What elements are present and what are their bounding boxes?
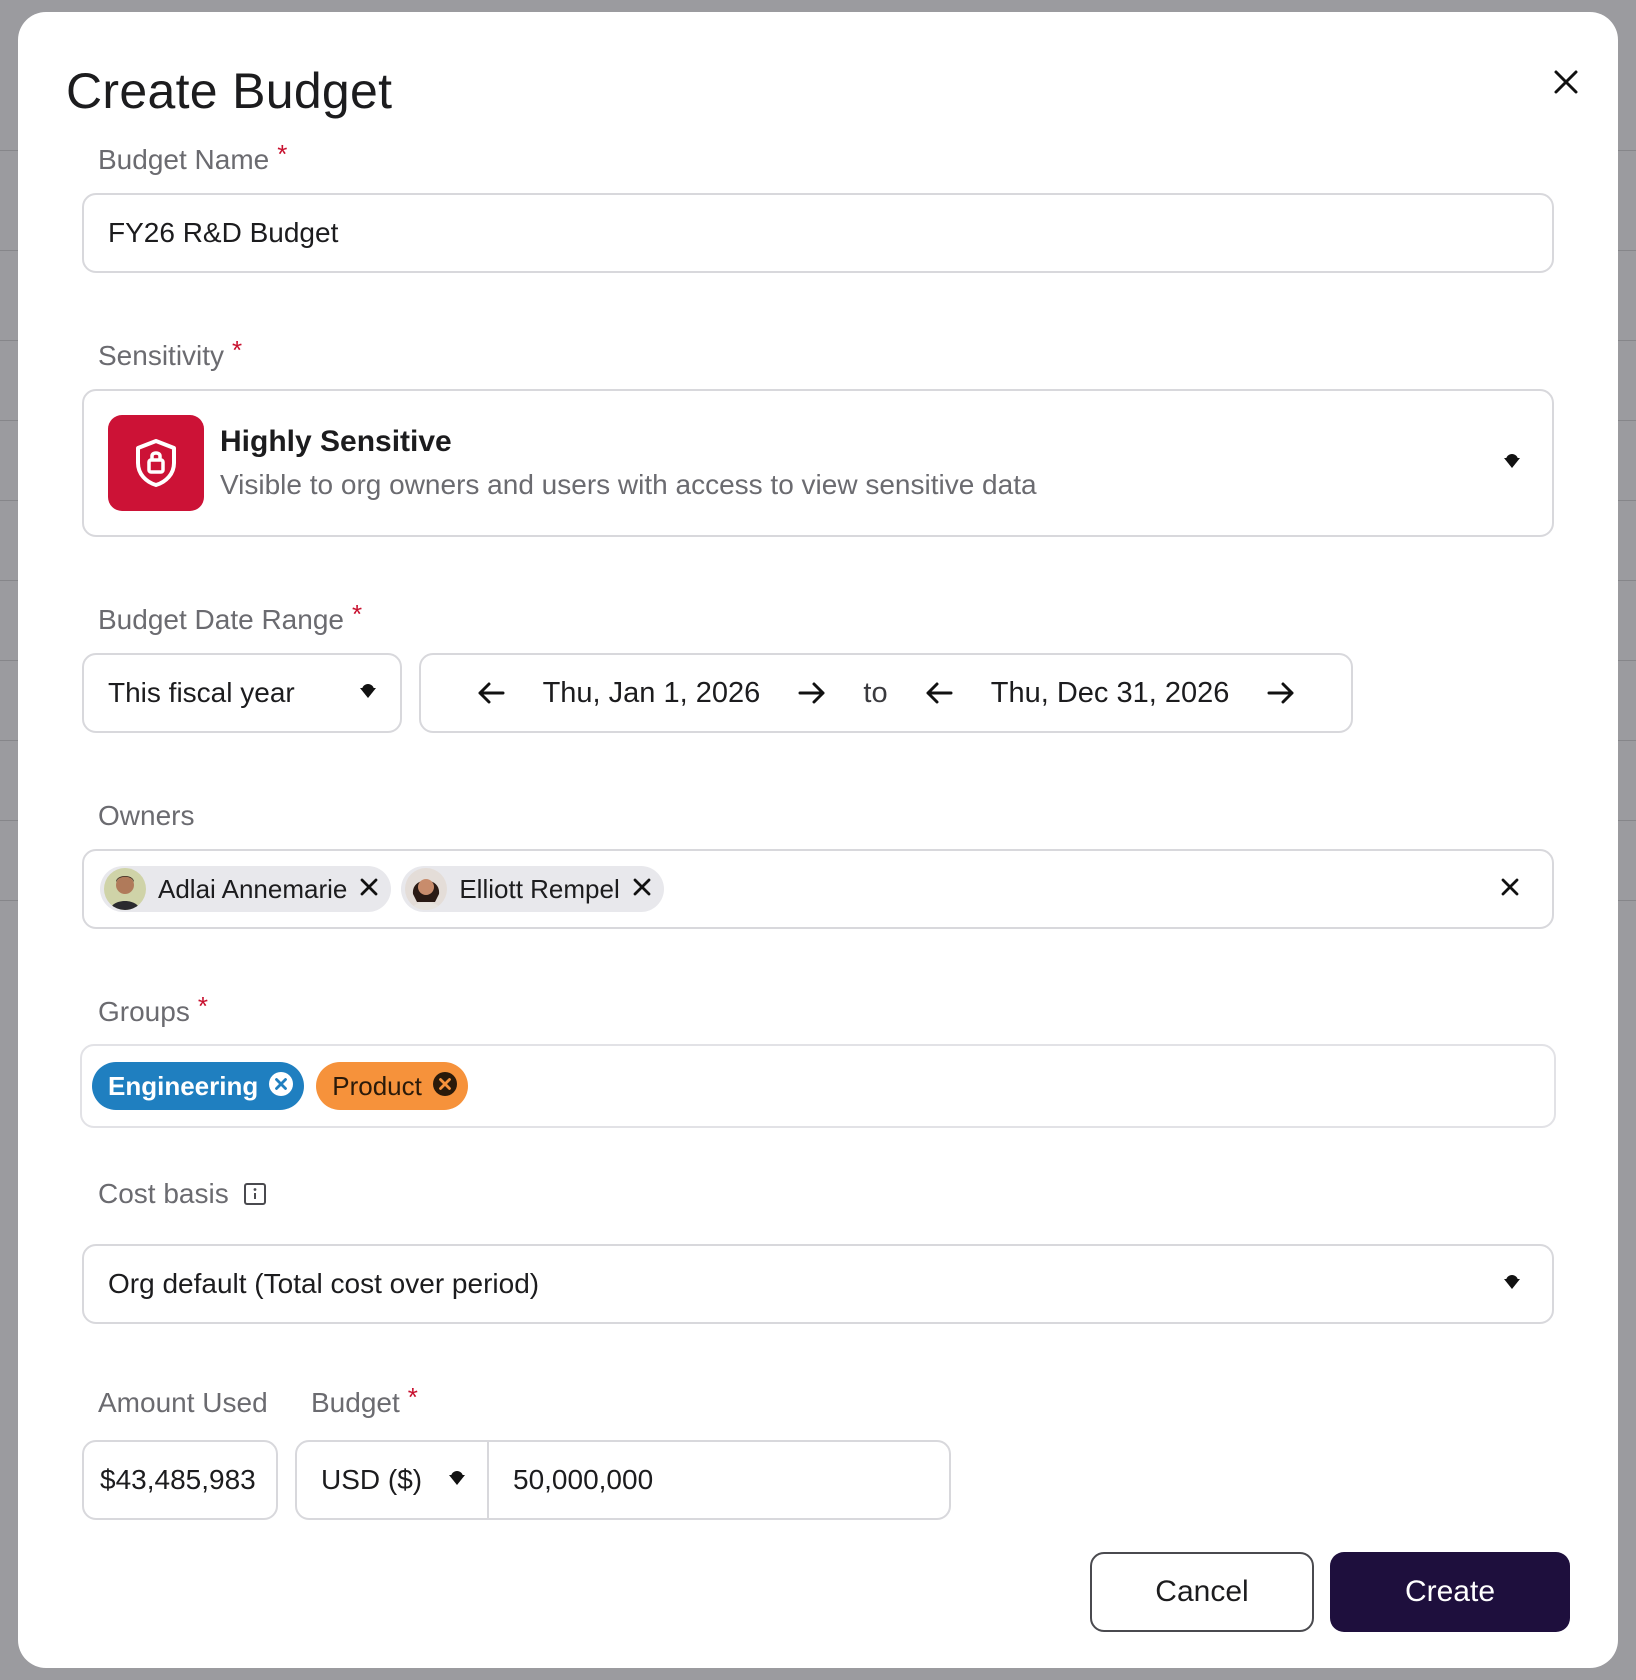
required-marker: * — [232, 334, 243, 365]
arrow-right-icon — [1267, 682, 1294, 704]
sensitivity-label: Sensitivity * — [98, 334, 243, 372]
sensitivity-title: Highly Sensitive — [220, 425, 452, 458]
sensitivity-select[interactable]: Highly Sensitive Visible to org owners a… — [82, 389, 1554, 537]
cost-basis-select[interactable]: Org default (Total cost over period) — [82, 1244, 1554, 1324]
remove-owner-button[interactable] — [359, 877, 379, 902]
start-date[interactable]: Thu, Jan 1, 2026 — [543, 677, 761, 710]
chevron-down-icon — [1504, 454, 1520, 468]
currency-select[interactable]: USD ($) — [297, 1442, 489, 1518]
owner-name: Adlai Annemarie — [158, 873, 348, 904]
required-marker: * — [407, 1381, 418, 1412]
budget-label: Budget * — [311, 1381, 418, 1419]
remove-group-button[interactable] — [268, 1071, 294, 1102]
cost-basis-value: Org default (Total cost over period) — [108, 1268, 540, 1299]
create-budget-modal: Create Budget Budget Name * FY26 R&D Budg… — [18, 12, 1618, 1668]
start-prev-button[interactable] — [471, 673, 511, 713]
close-icon — [1501, 878, 1519, 895]
groups-input[interactable]: Engineering Product — [80, 1044, 1556, 1128]
end-prev-button[interactable] — [919, 673, 959, 713]
chevron-down-icon — [360, 684, 376, 698]
arrow-left-icon — [478, 682, 505, 704]
budget-name-value: FY26 R&D Budget — [108, 217, 339, 248]
close-icon — [1554, 70, 1578, 94]
end-next-button[interactable] — [1261, 673, 1301, 713]
budget-name-label: Budget Name * — [98, 138, 288, 176]
modal-title: Create Budget — [66, 63, 393, 119]
info-icon[interactable] — [243, 1182, 267, 1206]
budget-amount-group: USD ($) 50,000,000 — [295, 1440, 951, 1520]
remove-owner-button[interactable] — [632, 877, 652, 902]
group-name: Product — [332, 1070, 422, 1101]
remove-group-button[interactable] — [432, 1071, 458, 1102]
close-modal-button[interactable] — [1546, 62, 1586, 102]
cost-basis-label: Cost basis — [98, 1178, 267, 1210]
owner-name: Elliott Rempel — [459, 873, 620, 904]
groups-label: Groups * — [98, 990, 208, 1028]
cancel-button[interactable]: Cancel — [1090, 1552, 1314, 1632]
amount-used-value: $43,485,983 — [100, 1464, 256, 1495]
sensitivity-description: Visible to org owners and users with acc… — [220, 469, 1037, 500]
budget-name-input[interactable]: FY26 R&D Budget — [82, 193, 1554, 273]
shield-lock-icon — [136, 439, 176, 487]
close-circle-icon — [269, 1071, 294, 1096]
currency-value: USD ($) — [321, 1464, 423, 1495]
budget-amount-value: 50,000,000 — [513, 1464, 654, 1495]
budget-amount-input[interactable]: 50,000,000 — [489, 1464, 949, 1496]
sensitivity-badge — [108, 415, 204, 511]
avatar — [405, 868, 448, 910]
owner-chip: Adlai Annemarie — [100, 866, 392, 912]
required-marker: * — [197, 990, 208, 1021]
start-next-button[interactable] — [792, 673, 832, 713]
owners-label: Owners — [98, 800, 195, 831]
chevron-down-icon — [1504, 1275, 1520, 1289]
owners-input[interactable]: Adlai Annemarie Elliott Rempel — [82, 849, 1554, 929]
end-date[interactable]: Thu, Dec 31, 2026 — [991, 677, 1230, 710]
arrow-right-icon — [798, 682, 825, 704]
amount-used-field: $43,485,983 — [82, 1440, 278, 1520]
amount-used-label: Amount Used — [98, 1387, 268, 1418]
date-separator: to — [863, 676, 888, 709]
owner-chip: Elliott Rempel — [401, 866, 664, 912]
clear-owners-button[interactable] — [1500, 877, 1520, 902]
close-icon — [633, 878, 651, 895]
create-button[interactable]: Create — [1330, 1552, 1570, 1632]
chevron-down-icon — [449, 1471, 465, 1485]
group-chip-product: Product — [316, 1062, 468, 1110]
required-marker: * — [351, 598, 363, 629]
date-range-picker[interactable]: Thu, Jan 1, 2026 to Thu, Dec 31, 2026 — [419, 653, 1353, 733]
required-marker: * — [277, 138, 288, 169]
close-circle-icon — [432, 1071, 457, 1096]
arrow-left-icon — [926, 682, 953, 704]
date-range-label: Budget Date Range * — [98, 598, 363, 636]
group-chip-engineering: Engineering — [92, 1062, 305, 1110]
avatar — [104, 868, 146, 910]
group-name: Engineering — [108, 1070, 259, 1101]
close-icon — [360, 878, 378, 895]
date-preset-value: This fiscal year — [108, 677, 295, 708]
date-preset-select[interactable]: This fiscal year — [82, 653, 402, 733]
